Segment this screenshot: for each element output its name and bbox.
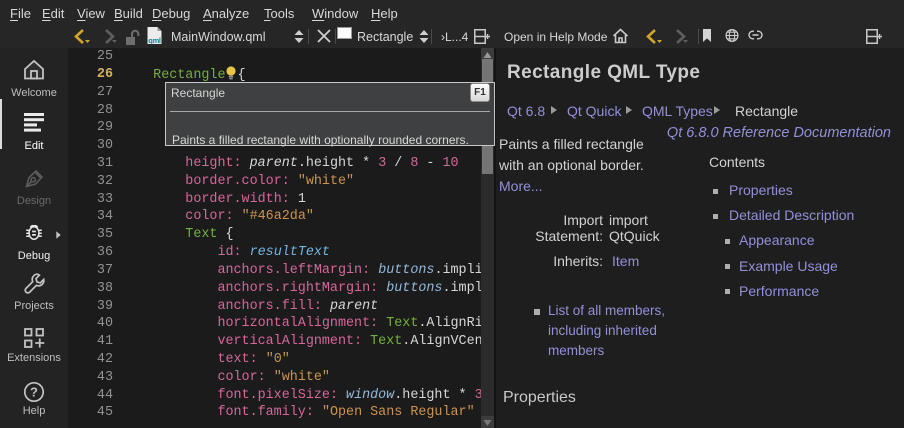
svg-text:?: ? bbox=[30, 385, 38, 400]
svg-text:qml: qml bbox=[148, 36, 161, 45]
